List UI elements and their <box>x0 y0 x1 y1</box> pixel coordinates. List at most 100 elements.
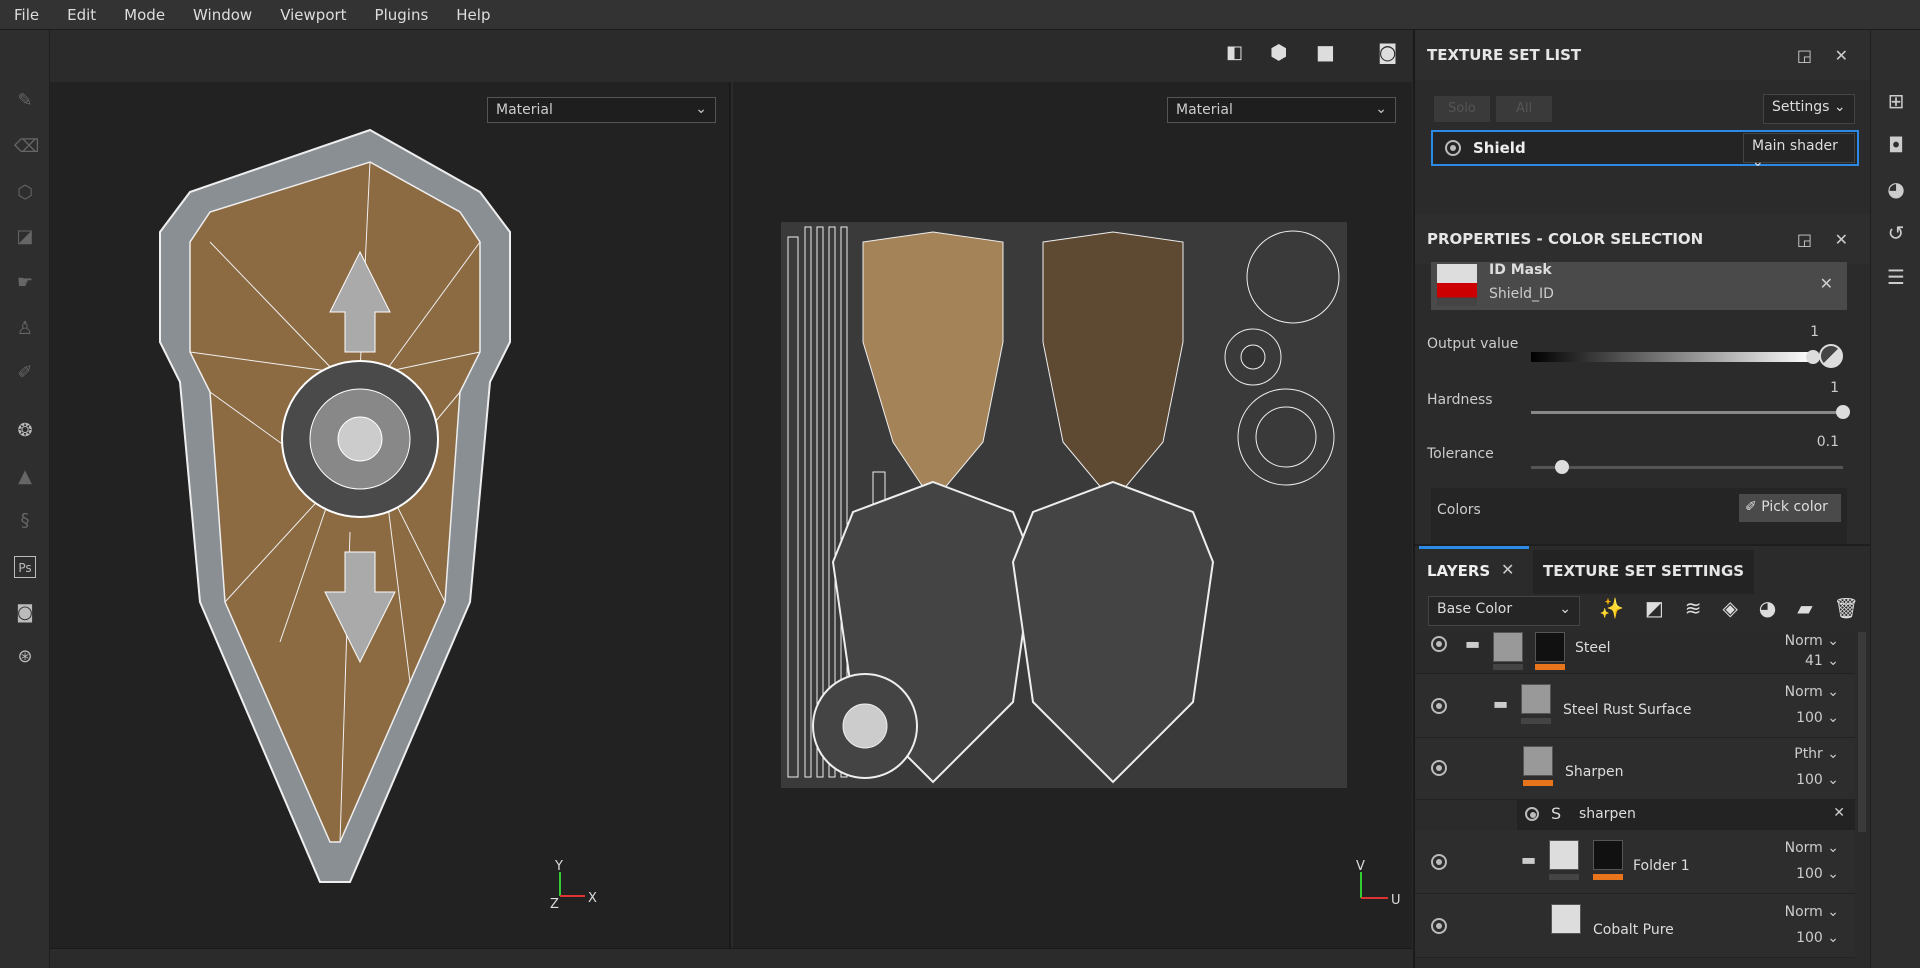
undock-icon[interactable]: ◲ <box>1797 230 1812 249</box>
colors-label: Colors <box>1437 502 1481 518</box>
layer-thumbnail <box>1523 746 1553 776</box>
undock-icon[interactable]: ◲ <box>1797 46 1812 65</box>
blend-mode-select[interactable]: Norm ⌄ <box>1785 840 1839 856</box>
add-mask-icon[interactable]: ◕ <box>1759 596 1776 626</box>
layer-row-cobalt-pure[interactable]: Cobalt Pure Norm ⌄ 100 ⌄ <box>1415 894 1855 958</box>
color-picker-icon[interactable]: ✐ <box>14 362 36 384</box>
opacity-select[interactable]: 100 ⌄ <box>1796 710 1839 726</box>
blend-mode-select[interactable]: Norm ⌄ <box>1785 633 1839 649</box>
screenshot-camera-icon[interactable]: ◙ <box>1378 40 1397 64</box>
menu-edit[interactable]: Edit <box>67 6 96 24</box>
add-folder-icon[interactable]: ▰ <box>1797 596 1812 626</box>
material-select-3d[interactable]: Material ⌄ <box>487 97 716 123</box>
all-button[interactable]: All <box>1496 96 1552 122</box>
remove-icon[interactable]: ✕ <box>1833 805 1845 821</box>
opacity-select[interactable]: 100 ⌄ <box>1796 866 1839 882</box>
polygon-fill-icon[interactable]: ◪ <box>14 226 36 248</box>
smudge-icon[interactable]: ☛ <box>14 272 36 294</box>
visibility-icon[interactable] <box>1431 918 1447 934</box>
visibility-icon[interactable] <box>1431 698 1447 714</box>
menu-plugins[interactable]: Plugins <box>375 6 429 24</box>
settings-dropdown[interactable]: Settings ⌄ <box>1763 94 1855 124</box>
log-icon[interactable]: ☰ <box>1885 266 1907 288</box>
output-value-handle[interactable] <box>1806 350 1820 364</box>
viewport-toolbar: ◧ ⬢ ■ ◙ <box>50 30 1412 82</box>
blend-mode-select[interactable]: Norm ⌄ <box>1785 684 1839 700</box>
add-fill-layer-icon[interactable]: ◈ <box>1722 596 1737 626</box>
tolerance-number[interactable]: 0.1 <box>1795 434 1839 450</box>
layer-thumbnail <box>1551 904 1581 934</box>
viewport-uv[interactable]: Material ⌄ V U <box>733 82 1412 948</box>
texture-set-row[interactable]: Shield Main shader ⌄ <box>1431 130 1859 170</box>
add-layer-icon[interactable]: ≋ <box>1685 596 1702 626</box>
tolerance-slider[interactable] <box>1531 466 1843 469</box>
opacity-select[interactable]: 100 ⌄ <box>1796 930 1839 946</box>
tab-layers[interactable]: LAYERS <box>1427 562 1490 580</box>
opacity-select[interactable]: 41 ⌄ <box>1805 653 1839 669</box>
solo-button[interactable]: Solo <box>1434 96 1490 122</box>
visibility-icon[interactable] <box>1431 636 1447 652</box>
paint-brush-icon[interactable]: ✎ <box>14 90 36 112</box>
material-select-uv[interactable]: Material ⌄ <box>1167 97 1396 123</box>
substance-plugin-icon[interactable]: ❂ <box>14 420 36 442</box>
channel-dropdown[interactable]: Base Color ⌄ <box>1428 596 1580 626</box>
close-icon[interactable]: ✕ <box>1835 230 1848 249</box>
blend-mode-select[interactable]: Pthr ⌄ <box>1794 746 1839 762</box>
remove-icon[interactable]: ✕ <box>1820 274 1833 293</box>
hardness-slider[interactable] <box>1531 411 1843 414</box>
layer-row-folder-1[interactable]: ▬ Folder 1 Norm ⌄ 100 ⌄ <box>1415 830 1855 894</box>
resources-icon[interactable]: ◙ <box>14 602 36 624</box>
clone-stamp-icon[interactable]: ♙ <box>14 318 36 340</box>
layer-scrollbar[interactable] <box>1858 632 1866 832</box>
output-value-slider[interactable] <box>1531 352 1813 362</box>
substance-share-icon[interactable]: § <box>14 510 36 532</box>
photoshop-icon[interactable]: Ps <box>14 556 36 578</box>
visibility-icon[interactable] <box>1431 854 1447 870</box>
eraser-icon[interactable]: ⌫ <box>14 136 39 158</box>
menu-viewport[interactable]: Viewport <box>280 6 346 24</box>
output-value-number[interactable]: 1 <box>1795 324 1819 340</box>
pick-color-button[interactable]: ✐ Pick color <box>1739 494 1841 522</box>
layer-row-steel[interactable]: ▬ Steel Norm ⌄ 41 ⌄ <box>1415 632 1855 674</box>
smart-material-icon[interactable]: ✨ <box>1599 596 1624 626</box>
smart-mask-icon[interactable]: ◩ <box>1645 596 1664 626</box>
texture-set-radio[interactable] <box>1445 140 1461 156</box>
tab-texture-set-settings[interactable]: TEXTURE SET SETTINGS <box>1533 550 1755 594</box>
hardness-number[interactable]: 1 <box>1815 380 1839 396</box>
blend-mode-label: Norm <box>1784 633 1823 649</box>
close-icon[interactable]: ✕ <box>1835 46 1848 65</box>
axis-x-label: X <box>588 891 597 906</box>
history-icon[interactable]: ↺ <box>1885 222 1907 244</box>
hardness-handle[interactable] <box>1836 405 1850 419</box>
camera-video-icon[interactable]: ■ <box>1316 40 1335 64</box>
projection-icon[interactable]: ⬡ <box>14 182 36 204</box>
blend-mode-select[interactable]: Norm ⌄ <box>1785 904 1839 920</box>
visibility-icon[interactable] <box>1431 760 1447 776</box>
opacity-select[interactable]: 100 ⌄ <box>1796 772 1839 788</box>
display-settings-icon[interactable]: ◘ <box>1885 134 1907 156</box>
delete-icon[interactable]: 🗑 <box>1834 596 1859 626</box>
value-picker-icon[interactable] <box>1819 344 1843 368</box>
layer-row-sharpen[interactable]: Sharpen Pthr ⌄ 100 ⌄ <box>1415 738 1855 800</box>
split-view-icon[interactable]: ◧ <box>1226 42 1243 63</box>
shader-dropdown[interactable]: Main shader ⌄ <box>1743 133 1855 170</box>
substance-source-icon[interactable]: ⊛ <box>14 646 36 668</box>
viewport-3d[interactable]: Material ⌄ Y Z X <box>50 82 731 948</box>
mask-resource-card[interactable]: ID Mask Shield_ID ✕ <box>1431 262 1847 310</box>
menu-file[interactable]: File <box>14 6 39 24</box>
viewport-scrollbar[interactable] <box>50 948 1412 968</box>
menu-mode[interactable]: Mode <box>124 6 165 24</box>
visibility-icon[interactable] <box>1525 807 1539 821</box>
shader-settings-icon[interactable]: ◕ <box>1885 178 1907 200</box>
texture-set-list-icon[interactable]: ⊞ <box>1885 90 1907 112</box>
tolerance-handle[interactable] <box>1555 460 1570 474</box>
close-icon[interactable]: ✕ <box>1501 560 1514 579</box>
filter-row-sharpen[interactable]: S sharpen ✕ <box>1517 800 1855 830</box>
bell-icon[interactable]: ▲ <box>14 466 36 488</box>
menu-window[interactable]: Window <box>193 6 252 24</box>
layer-row-steel-rust-surface[interactable]: ▬ Steel Rust Surface Norm ⌄ 100 ⌄ <box>1415 674 1855 738</box>
layers-tabs: LAYERS ✕ TEXTURE SET SETTINGS <box>1415 544 1870 596</box>
layer-name: Folder 1 <box>1633 858 1690 874</box>
cube-icon[interactable]: ⬢ <box>1270 40 1287 64</box>
menu-help[interactable]: Help <box>456 6 490 24</box>
